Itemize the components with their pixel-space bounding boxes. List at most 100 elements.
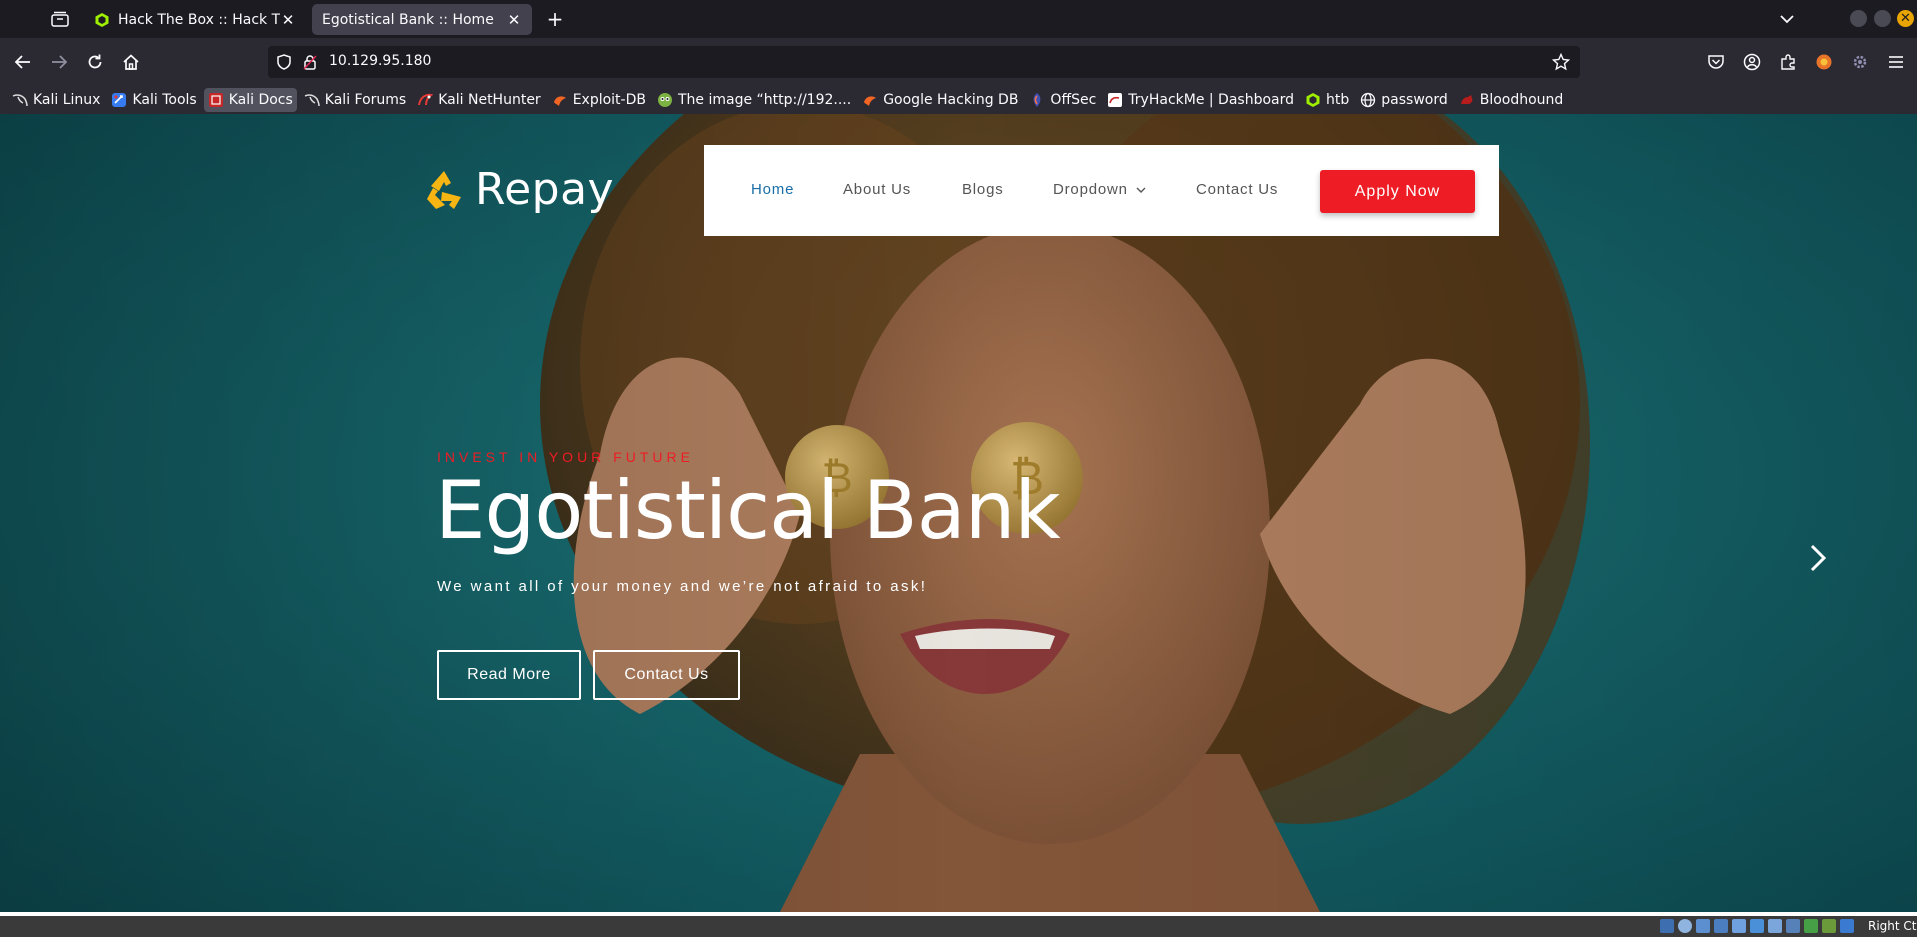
bookmark-label: Kali NetHunter [438,92,541,108]
bookmark-password[interactable]: password [1356,88,1451,112]
exploit-db-icon [862,92,878,108]
nav-blogs[interactable]: Blogs [962,181,1004,198]
logo-text: Repay [475,164,615,215]
hero-title: Egotistical Bank [435,464,1061,557]
pocket-button[interactable] [1705,51,1727,73]
network-icon[interactable] [1714,919,1728,933]
foxyproxy-icon [1816,54,1832,70]
carousel-next-icon[interactable] [1806,540,1830,576]
reload-button[interactable] [83,50,107,74]
usb-icon[interactable] [1732,919,1746,933]
reload-icon [88,54,102,69]
tab-hack-the-box[interactable]: Hack The Box :: Hack The Box ✕ [84,4,306,35]
nav-home[interactable]: Home [751,181,794,198]
nav-about-us[interactable]: About Us [843,181,911,198]
bookmark-label: htb [1326,92,1350,108]
star-icon[interactable] [1552,53,1570,71]
bookmark-kali-nethunter[interactable]: Kali NetHunter [413,88,544,112]
kali-docs-icon [208,92,224,108]
forward-button[interactable] [47,50,71,74]
bookmark-google-hacking-db[interactable]: Google Hacking DB [858,88,1022,112]
host-key-label: Right Ctrl [1868,919,1917,933]
kali-tools-icon [111,92,127,108]
bookmark-tryhackme[interactable]: TryHackMe | Dashboard [1103,88,1298,112]
bookmark-kali-tools[interactable]: Kali Tools [107,88,200,112]
site-logo[interactable]: Repay [421,164,614,215]
bookmark-label: Google Hacking DB [883,92,1019,108]
bookmark-bloodhound[interactable]: Bloodhound [1455,88,1568,112]
page-viewport: ₿ ₿ Repay Home About Us Blogs Dropdown C… [0,114,1917,912]
minimize-button[interactable] [1850,10,1867,27]
globe-icon [1360,92,1376,108]
bookmark-label: TryHackMe | Dashboard [1128,92,1295,108]
bookmark-kali-linux[interactable]: Kali Linux [8,88,104,112]
bookmark-kali-docs[interactable]: Kali Docs [203,88,297,112]
bookmarks-toolbar: Kali Linux Kali Tools Kali Docs Kali For… [0,86,1917,114]
bookmark-label: Exploit-DB [572,92,646,108]
back-button[interactable] [11,50,35,74]
bookmark-label: Kali Docs [228,92,293,108]
mouse-integration-icon[interactable] [1822,919,1836,933]
image-icon [657,92,673,108]
home-icon [123,54,139,70]
extension-button[interactable] [1849,51,1871,73]
cpu-icon[interactable] [1804,919,1818,933]
pocket-icon [1708,55,1724,69]
puzzle-icon [1781,54,1795,70]
shared-folder-icon[interactable] [1750,919,1764,933]
tab-list-button[interactable] [46,8,74,30]
new-tab-button[interactable]: + [544,8,566,30]
bookmark-label: Bloodhound [1479,92,1564,108]
hero-subtitle: We want all of your money and we’re not … [437,578,928,595]
bookmark-label: The image “http://192.... [677,92,852,108]
htb-cube-icon [95,12,109,27]
vm-status-bar: Right Ctrl [0,916,1917,937]
address-bar[interactable]: 10.129.95.180 [268,46,1580,78]
extensions-button[interactable] [1777,51,1799,73]
video-capture-icon[interactable] [1786,919,1800,933]
htb-cube-icon [1305,92,1321,108]
nav-contact-us[interactable]: Contact Us [1196,181,1278,198]
nav-dropdown[interactable]: Dropdown [1053,181,1146,198]
display-icon[interactable] [1768,919,1782,933]
keyboard-icon[interactable] [1840,919,1854,933]
tab-egotistical-bank[interactable]: Egotistical Bank :: Home ✕ [312,4,532,35]
hero-kicker: INVEST IN YOUR FUTURE [437,449,694,465]
bookmark-label: password [1381,92,1448,108]
bookmark-offsec[interactable]: OffSec [1025,88,1100,112]
nethunter-icon [417,92,434,108]
hard-disk-icon[interactable] [1660,919,1674,933]
window-close-button[interactable]: ✕ [1897,10,1914,27]
maximize-button[interactable] [1874,10,1891,27]
list-all-tabs-button[interactable] [1776,9,1798,29]
close-icon[interactable]: ✕ [280,11,296,29]
hamburger-menu-icon [1889,56,1903,68]
optical-drive-icon[interactable] [1678,919,1692,933]
contact-us-button[interactable]: Contact Us [593,650,740,700]
bookmark-image[interactable]: The image “http://192.... [653,88,855,112]
close-icon[interactable]: ✕ [506,11,522,29]
account-icon [1743,53,1761,71]
audio-icon[interactable] [1696,919,1710,933]
bookmark-kali-forums[interactable]: Kali Forums [300,88,410,112]
arrow-right-icon [52,55,68,69]
chevron-down-icon [1780,15,1794,24]
read-more-button[interactable]: Read More [437,650,581,700]
app-menu-button[interactable] [1885,51,1907,73]
bookmark-htb[interactable]: htb [1301,88,1353,112]
arrow-left-icon [14,55,30,69]
navigation-toolbar: 10.129.95.180 [0,38,1917,86]
apply-now-button[interactable]: Apply Now [1320,170,1475,213]
foxyproxy-button[interactable] [1813,51,1835,73]
gear-icon [1853,55,1867,69]
bloodhound-icon [1459,92,1475,108]
account-button[interactable] [1741,51,1763,73]
bookmark-exploit-db[interactable]: Exploit-DB [548,88,650,112]
recycle-icon [427,170,461,209]
lock-icon [303,55,317,70]
url-text: 10.129.95.180 [329,53,432,69]
home-button[interactable] [119,50,143,74]
bookmark-label: Kali Linux [33,92,101,108]
main-navigation: Home About Us Blogs Dropdown Contact Us … [704,145,1499,236]
bookmark-label: Kali Tools [132,92,197,108]
